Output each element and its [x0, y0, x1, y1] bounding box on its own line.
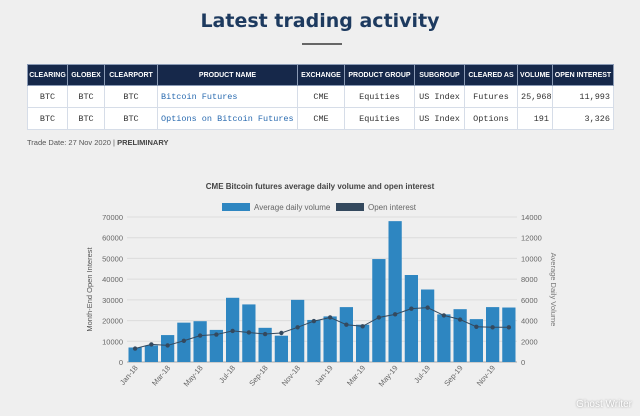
bar-volume — [453, 309, 467, 362]
point-open-interest — [197, 333, 203, 338]
x-axis-tick: Nov-19 — [475, 364, 497, 388]
bar-volume — [372, 259, 386, 362]
point-open-interest — [474, 324, 479, 329]
point-open-interest — [490, 325, 495, 330]
left-axis-tick: 10000 — [102, 337, 123, 346]
left-axis-tick: 20000 — [102, 317, 123, 326]
left-axis-tick: 0 — [119, 358, 123, 367]
bar-volume — [274, 335, 288, 362]
right-axis-tick: 4000 — [521, 317, 538, 326]
right-axis-tick: 0 — [521, 358, 525, 367]
volume-oi-chart: CME Bitcoin futures average daily volume… — [85, 182, 558, 389]
point-open-interest — [165, 343, 170, 348]
point-open-interest — [506, 325, 512, 330]
x-axis-tick: Jan-19 — [313, 364, 335, 387]
bar-volume — [356, 324, 370, 362]
x-axis-tick: Mar-19 — [345, 364, 367, 388]
point-open-interest — [262, 331, 268, 337]
bar-volume — [437, 314, 451, 362]
point-open-interest — [246, 330, 252, 335]
point-open-interest — [425, 305, 430, 310]
left-axis-tick: 30000 — [102, 296, 123, 305]
bar-volume — [502, 307, 516, 362]
point-open-interest — [376, 315, 382, 320]
line-open-interest — [135, 307, 509, 350]
point-open-interest — [344, 322, 349, 327]
left-axis-tick: 40000 — [102, 275, 123, 284]
x-axis-tick: Nov-18 — [280, 364, 302, 388]
point-open-interest — [327, 315, 333, 320]
x-axis-tick: May-19 — [377, 364, 400, 389]
legend-label-volume: Average daily volume — [254, 203, 331, 212]
point-open-interest — [360, 324, 365, 329]
x-axis-tick: Jul-19 — [412, 364, 432, 385]
left-axis-tick: 50000 — [102, 254, 123, 263]
right-axis-tick: 10000 — [521, 254, 542, 263]
bar-volume — [291, 299, 305, 362]
x-axis-tick: May-18 — [182, 364, 205, 389]
legend-label-oi: Open interest — [368, 203, 417, 212]
bar-volume — [486, 307, 500, 362]
point-open-interest — [181, 338, 187, 343]
point-open-interest — [230, 328, 235, 334]
point-open-interest — [149, 342, 154, 347]
point-open-interest — [441, 313, 447, 318]
x-axis-tick: Jul-18 — [217, 364, 237, 385]
left-axis-label: Month-End Open Interest — [85, 246, 94, 331]
bar-volume — [339, 307, 353, 362]
bar-volume — [193, 321, 207, 362]
legend-swatch-oi — [336, 203, 364, 211]
legend-swatch-volume — [222, 203, 250, 211]
bar-volume — [404, 275, 418, 362]
bar-volume — [307, 319, 321, 362]
bar-volume — [144, 345, 158, 362]
point-open-interest — [214, 332, 219, 337]
point-open-interest — [457, 317, 463, 322]
bar-volume — [161, 335, 175, 362]
watermark: Ghost Writer — [576, 399, 632, 410]
x-axis-tick: Mar-18 — [150, 364, 172, 388]
bar-volume — [421, 289, 435, 362]
left-axis-tick: 70000 — [102, 213, 123, 222]
right-axis-tick: 8000 — [521, 275, 538, 284]
point-open-interest — [132, 346, 138, 351]
right-axis-tick: 6000 — [521, 296, 538, 305]
bar-volume — [323, 316, 337, 362]
x-axis-tick: Sep-19 — [442, 364, 464, 388]
chart-title: CME Bitcoin futures average daily volume… — [206, 182, 435, 191]
left-axis-tick: 60000 — [102, 234, 123, 243]
point-open-interest — [295, 325, 300, 330]
x-axis-tick: Jan-18 — [118, 364, 140, 387]
point-open-interest — [279, 330, 284, 336]
right-axis-tick: 2000 — [521, 337, 538, 346]
right-axis-label: Average Daily Volume — [549, 253, 558, 327]
bar-volume — [388, 221, 402, 362]
point-open-interest — [409, 306, 414, 311]
right-axis-tick: 12000 — [521, 234, 542, 243]
point-open-interest — [311, 318, 317, 324]
point-open-interest — [392, 312, 398, 317]
right-axis-tick: 14000 — [521, 213, 542, 222]
x-axis-tick: Sep-18 — [247, 364, 269, 388]
